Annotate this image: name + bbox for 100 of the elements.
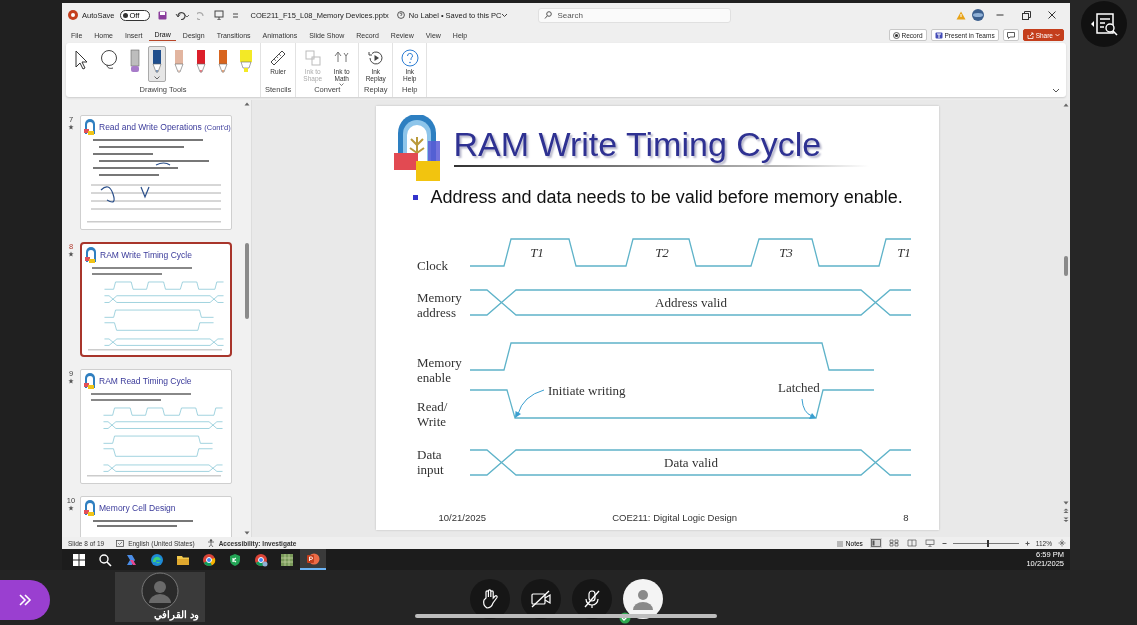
star-icon xyxy=(68,124,74,130)
help-icon xyxy=(399,48,420,68)
spelling-icon xyxy=(116,539,125,547)
scroll-down-icon xyxy=(1063,501,1069,505)
logo-icon xyxy=(84,373,96,389)
slide-sorter-icon xyxy=(888,539,899,547)
scroll-up-icon xyxy=(244,102,250,106)
double-chevron-icon xyxy=(18,593,32,607)
shape-icon xyxy=(302,48,323,68)
label-icon xyxy=(396,11,405,19)
record-icon xyxy=(892,31,900,39)
slide-thumbnail[interactable]: Memory Cell Design xyxy=(80,496,232,537)
star-icon xyxy=(68,378,74,384)
sparkle-icon xyxy=(124,552,138,567)
arrow xyxy=(514,389,544,418)
customize-icon xyxy=(231,11,239,19)
signal-value: Data valid xyxy=(663,455,718,470)
spreadsheet-icon xyxy=(280,552,294,567)
signal-label: Data input xyxy=(416,447,444,477)
slide-show-icon xyxy=(924,539,935,547)
warning-icon xyxy=(956,10,966,20)
save-icon xyxy=(157,10,167,20)
slides-app-icon xyxy=(306,551,320,566)
zoom-out-icon xyxy=(941,540,947,546)
signal-label: Read/ Write xyxy=(416,399,447,429)
pen-tool[interactable] xyxy=(148,46,166,82)
participant-tile[interactable]: ود القرافي xyxy=(115,572,205,622)
scroll-thumb[interactable] xyxy=(1064,256,1068,276)
view-button[interactable] xyxy=(887,538,900,548)
accessibility-icon xyxy=(206,539,215,547)
signal-label: Memory address xyxy=(416,290,462,320)
annotation-text: Initiate writing xyxy=(547,383,626,398)
share-icon xyxy=(1026,31,1034,39)
app-logo-icon xyxy=(68,10,78,20)
signal-label: Memory enable xyxy=(416,355,462,385)
pulse-label: T3 xyxy=(778,245,793,260)
slide-number: 8 xyxy=(903,511,909,523)
scroll-up-icon xyxy=(1063,103,1069,107)
comment-icon xyxy=(1006,31,1015,39)
slide-thumbnail[interactable]: RAM Read Timing Cycle xyxy=(80,369,232,484)
logo-icon xyxy=(84,500,96,516)
replay-icon xyxy=(365,48,386,68)
presentation-icon xyxy=(213,10,224,20)
star-icon xyxy=(68,505,74,511)
slide-title: Memory Cell Design xyxy=(99,503,176,513)
pulse-label: T2 xyxy=(654,245,669,260)
slide-title: RAM Read Timing Cycle xyxy=(99,376,192,386)
slider-thumb[interactable] xyxy=(987,539,990,547)
participant-name: ود القرافي xyxy=(154,609,199,620)
shield-icon xyxy=(228,552,242,567)
next-slide-icon[interactable] xyxy=(1063,517,1069,523)
slide-title: RAM Write Timing Cycle xyxy=(100,250,192,260)
slide-thumbnail[interactable]: RAM Write Timing Cycle xyxy=(80,242,232,357)
slide-title: RAM Write Timing Cycle xyxy=(453,124,823,164)
close-icon xyxy=(1048,11,1056,19)
logo-icon xyxy=(84,119,96,135)
browser-icon xyxy=(254,552,268,567)
camera-off-icon xyxy=(530,588,552,610)
avatar-icon xyxy=(972,9,984,21)
slide-footer-text: COE211: Digital Logic Design xyxy=(611,511,739,523)
bullet-icon xyxy=(412,194,418,200)
fit-slide-icon xyxy=(1058,539,1066,547)
expand-panel-button[interactable] xyxy=(0,580,50,620)
zoom-in-icon xyxy=(1024,540,1030,546)
chevron-down-icon xyxy=(501,12,509,18)
slide-date: 10/21/2025 xyxy=(438,511,487,523)
reading-view-icon xyxy=(906,539,917,547)
search-icon xyxy=(98,552,112,567)
previous-slide-icon[interactable] xyxy=(1063,508,1069,514)
pulse-label: T1 xyxy=(896,245,911,260)
arrow xyxy=(801,398,816,419)
minimize-icon xyxy=(996,14,1004,16)
notes-icon xyxy=(835,539,844,547)
pulse-label: T1 xyxy=(529,245,544,260)
scroll-down-icon xyxy=(244,531,250,535)
teams-icon xyxy=(934,31,943,39)
scroll-thumb[interactable] xyxy=(245,243,249,319)
search-icon xyxy=(544,11,553,19)
redo-icon xyxy=(196,10,206,20)
collapse-ribbon-icon[interactable] xyxy=(1052,88,1060,93)
star-icon xyxy=(68,251,74,257)
annotation-text: Latched xyxy=(777,380,820,395)
lasso-icon xyxy=(98,48,120,72)
bullet-text: Address and data needs to be valid before memory enable. xyxy=(430,186,903,208)
caret-icon xyxy=(339,82,345,86)
comments-button[interactable] xyxy=(1002,29,1019,41)
pointer-icon xyxy=(72,48,90,72)
restore-icon xyxy=(1021,10,1031,20)
view-button[interactable] xyxy=(923,538,936,548)
review-button[interactable] xyxy=(1080,1,1127,47)
signal-label: Clock xyxy=(416,258,448,273)
search-field[interactable]: Search xyxy=(538,7,732,23)
signal-value: Address valid xyxy=(654,295,727,310)
undo-icon xyxy=(174,10,189,20)
browser-icon xyxy=(202,552,216,567)
view-button[interactable] xyxy=(869,538,882,548)
scroll-handle[interactable] xyxy=(415,614,717,618)
normal-view-icon xyxy=(870,539,881,547)
caret-icon xyxy=(154,76,160,80)
logo-icon xyxy=(85,247,97,263)
